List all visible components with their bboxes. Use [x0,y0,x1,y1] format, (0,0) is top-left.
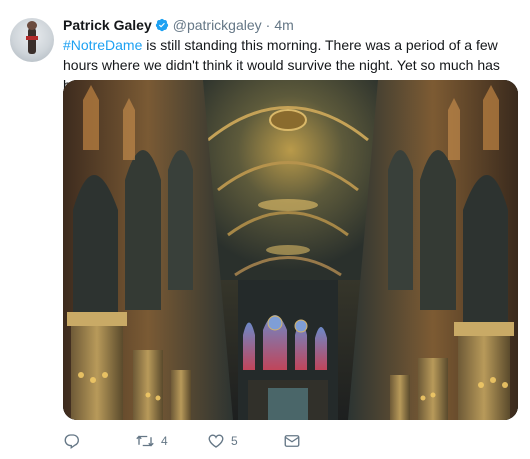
retweet-count: 4 [161,434,168,448]
author-name[interactable]: Patrick Galey [63,17,152,33]
avatar[interactable] [10,18,54,62]
tweet-photo[interactable] [63,80,518,420]
separator-dot: · [265,17,271,33]
hashtag-link[interactable]: #NotreDame [63,37,142,53]
timestamp[interactable]: 4m [274,17,293,33]
envelope-icon [284,435,300,447]
heart-icon [208,434,224,448]
tweet-actions: 4 5 [63,430,301,452]
tweet-header: Patrick Galey @patrickgaley · 4m [63,16,294,34]
retweet-icon [136,435,154,447]
verified-badge-icon [155,18,168,32]
reply-button[interactable] [63,432,135,450]
direct-message-button[interactable] [283,432,301,450]
tweet[interactable]: Patrick Galey @patrickgaley · 4m #NotreD… [0,0,530,459]
author-handle[interactable]: @patrickgaley [173,17,262,33]
like-count: 5 [231,434,238,448]
reply-icon [64,434,79,450]
cathedral-interior-image [63,80,518,420]
retweet-button[interactable]: 4 [135,432,207,450]
like-button[interactable]: 5 [207,432,283,450]
